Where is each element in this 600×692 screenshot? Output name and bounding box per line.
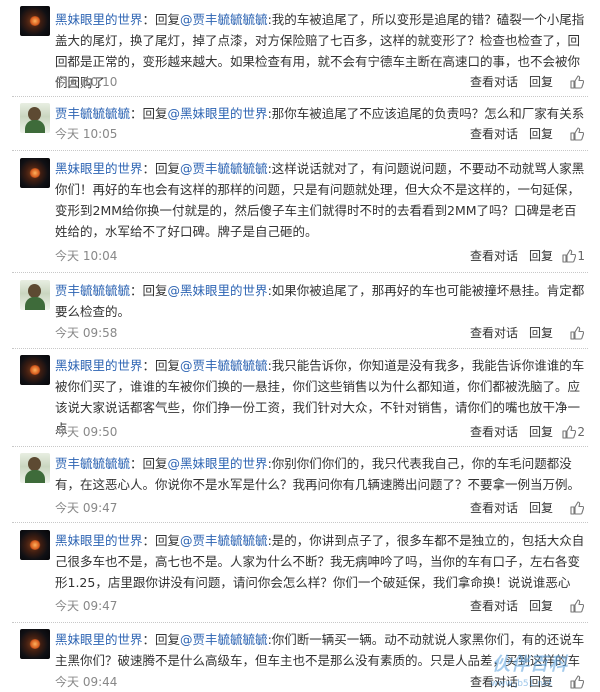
- thumbs-up-icon: [570, 599, 584, 613]
- like-button[interactable]: [570, 323, 585, 343]
- comment-meta: 今天 09:47 查看对话 回复: [55, 596, 585, 616]
- avatar[interactable]: [20, 629, 50, 659]
- timestamp: 今天 10:04: [55, 249, 118, 263]
- reply-link[interactable]: 回复: [529, 323, 553, 343]
- like-button[interactable]: [570, 672, 585, 692]
- timestamp: 今天 09:47: [55, 599, 118, 613]
- username-link[interactable]: 黑妹眼里的世界: [55, 358, 143, 373]
- like-button[interactable]: [570, 124, 585, 144]
- comment-body: 黑妹眼里的世界：回复@贾丰毓毓毓毓:这样说话就对了，有问题说问题，不要动不动就骂…: [55, 161, 585, 239]
- reply-link[interactable]: 回复: [529, 498, 553, 518]
- comment-meta: 今天 10:04 查看对话 回复 1: [55, 246, 585, 266]
- comment-body: 贾丰毓毓毓毓：回复@黑妹眼里的世界:你别你们你们的，我只代表我自己，你的车毛问题…: [55, 456, 581, 492]
- timestamp: 今天 09:47: [55, 501, 118, 515]
- site-watermark: 伙伴百科: [492, 654, 568, 675]
- mention-link[interactable]: @贾丰毓毓毓毓: [180, 161, 268, 176]
- timestamp: 今天 10:10: [55, 75, 118, 89]
- thumbs-up-icon: [570, 675, 584, 689]
- comment-meta: 今天 09:50 查看对话 回复 2: [55, 422, 585, 442]
- timestamp: 今天 09:44: [55, 675, 118, 689]
- reply-link[interactable]: 回复: [529, 596, 553, 616]
- timestamp: 今天 09:58: [55, 326, 118, 340]
- timestamp: 今天 10:05: [55, 127, 118, 141]
- avatar[interactable]: [20, 103, 50, 133]
- avatar[interactable]: [20, 453, 50, 483]
- divider: [12, 522, 588, 523]
- divider: [12, 150, 588, 151]
- username-link[interactable]: 黑妹眼里的世界: [55, 533, 143, 548]
- mention-link[interactable]: @贾丰毓毓毓毓: [180, 358, 268, 373]
- thumbs-up-icon: [570, 127, 584, 141]
- timestamp: 今天 09:50: [55, 425, 118, 439]
- comment-meta: 今天 09:47 查看对话 回复: [55, 498, 585, 518]
- thumbs-up-icon: [570, 75, 584, 89]
- view-conversation-link[interactable]: 查看对话: [470, 246, 518, 266]
- reply-link[interactable]: 回复: [529, 124, 553, 144]
- avatar[interactable]: [20, 530, 50, 560]
- mention-link[interactable]: @黑妹眼里的世界: [168, 106, 268, 121]
- reply-link[interactable]: 回复: [529, 72, 553, 92]
- divider: [12, 622, 588, 623]
- view-conversation-link[interactable]: 查看对话: [470, 498, 518, 518]
- thumbs-up-icon: [562, 425, 577, 439]
- divider: [12, 446, 588, 447]
- view-conversation-link[interactable]: 查看对话: [470, 72, 518, 92]
- divider: [12, 272, 588, 273]
- username-link[interactable]: 贾丰毓毓毓毓: [55, 456, 130, 471]
- like-button[interactable]: [570, 72, 585, 92]
- avatar[interactable]: [20, 6, 50, 36]
- reply-link[interactable]: 回复: [529, 422, 553, 442]
- mention-link[interactable]: @黑妹眼里的世界: [168, 456, 268, 471]
- thumbs-up-icon: [562, 249, 577, 263]
- avatar[interactable]: [20, 158, 50, 188]
- comment-meta: 今天 10:05 查看对话 回复: [55, 124, 585, 144]
- comment-body: 贾丰毓毓毓毓：回复@黑妹眼里的世界:那你车被追尾了不应该追尾的负责吗？怎么和厂家…: [55, 106, 585, 121]
- view-conversation-link[interactable]: 查看对话: [470, 124, 518, 144]
- divider: [12, 96, 588, 97]
- username-link[interactable]: 贾丰毓毓毓毓: [55, 106, 130, 121]
- site-watermark-url: www.jb51.net: [490, 679, 552, 689]
- comment-body: 黑妹眼里的世界：回复@贾丰毓毓毓毓:是的，你讲到点子了，很多车都不是独立的，包括…: [55, 533, 585, 590]
- mention-link[interactable]: @贾丰毓毓毓毓: [180, 632, 268, 647]
- username-link[interactable]: 贾丰毓毓毓毓: [55, 283, 130, 298]
- avatar[interactable]: [20, 355, 50, 385]
- username-link[interactable]: 黑妹眼里的世界: [55, 12, 143, 27]
- like-count: 1: [577, 249, 585, 263]
- like-button[interactable]: 2: [562, 422, 585, 442]
- mention-link[interactable]: @贾丰毓毓毓毓: [180, 533, 268, 548]
- mention-link[interactable]: @贾丰毓毓毓毓: [180, 12, 268, 27]
- view-conversation-link[interactable]: 查看对话: [470, 422, 518, 442]
- view-conversation-link[interactable]: 查看对话: [470, 323, 518, 343]
- like-button[interactable]: [570, 498, 585, 518]
- reply-link[interactable]: 回复: [529, 246, 553, 266]
- thumbs-up-icon: [570, 326, 584, 340]
- comment-text: :那你车被追尾了不应该追尾的负责吗？怎么和厂家有关系: [267, 106, 585, 121]
- username-link[interactable]: 黑妹眼里的世界: [55, 632, 143, 647]
- view-conversation-link[interactable]: 查看对话: [470, 596, 518, 616]
- like-button[interactable]: 1: [562, 246, 585, 266]
- like-count: 2: [577, 425, 585, 439]
- comment-body: 贾丰毓毓毓毓：回复@黑妹眼里的世界:如果你被追尾了，那再好的车也可能被撞坏悬挂。…: [55, 283, 585, 319]
- avatar[interactable]: [20, 280, 50, 310]
- like-button[interactable]: [570, 596, 585, 616]
- comment-meta: 今天 10:10 查看对话 回复: [55, 72, 585, 92]
- mention-link[interactable]: @黑妹眼里的世界: [168, 283, 268, 298]
- thumbs-up-icon: [570, 501, 584, 515]
- comment-meta: 今天 09:58 查看对话 回复: [55, 323, 585, 343]
- username-link[interactable]: 黑妹眼里的世界: [55, 161, 143, 176]
- divider: [12, 348, 588, 349]
